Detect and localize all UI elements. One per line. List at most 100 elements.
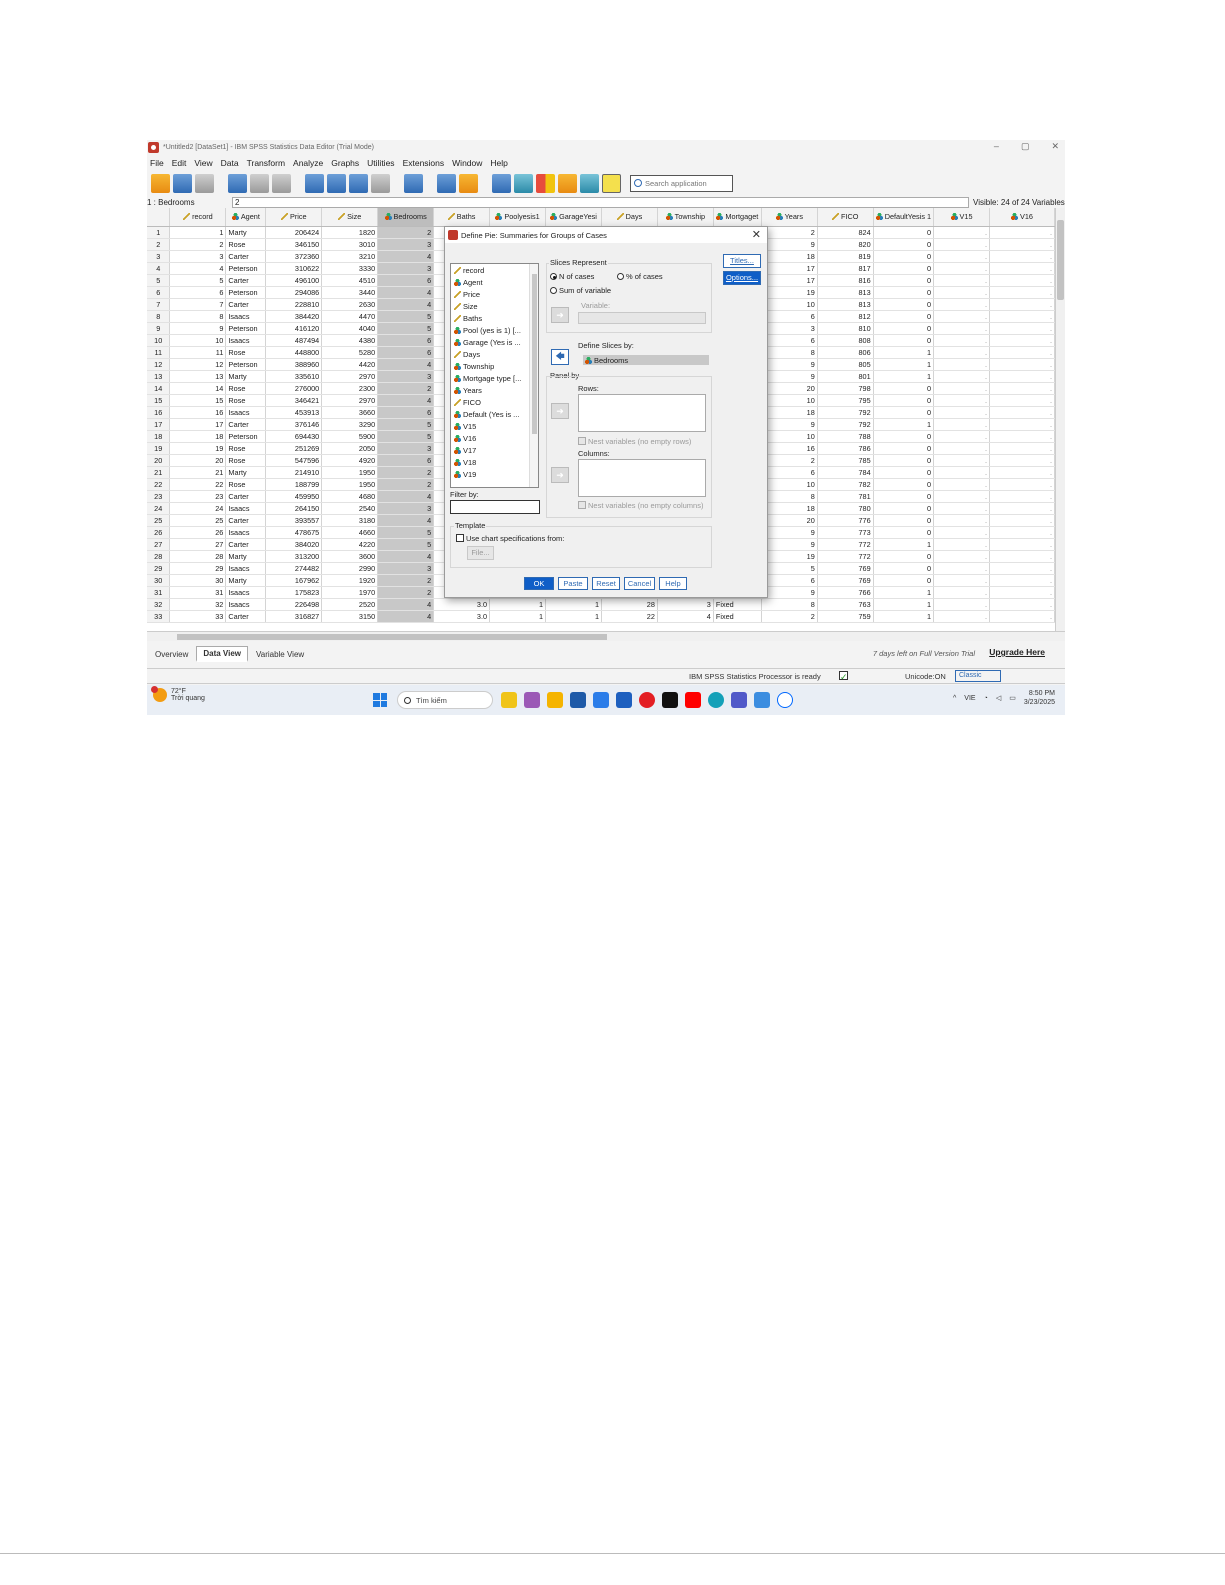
table-cell[interactable]: .: [989, 514, 1055, 527]
table-cell[interactable]: 264150: [265, 502, 323, 515]
table-cell[interactable]: 3210: [321, 250, 379, 263]
table-cell[interactable]: 798: [817, 382, 874, 395]
spss-taskbar-icon[interactable]: [754, 692, 770, 708]
table-cell[interactable]: .: [933, 466, 990, 479]
table-cell[interactable]: 346150: [265, 238, 323, 251]
n-of-cases-radio[interactable]: N of cases: [550, 272, 594, 281]
table-cell[interactable]: 372360: [265, 250, 323, 263]
table-cell[interactable]: 18: [761, 502, 818, 515]
menu-help[interactable]: Help: [490, 158, 507, 168]
table-cell[interactable]: 8: [761, 346, 818, 359]
table-cell[interactable]: 2540: [321, 502, 379, 515]
tab-data-view[interactable]: Data View: [196, 646, 248, 662]
table-cell[interactable]: 0: [873, 466, 935, 479]
table-cell[interactable]: 2: [377, 466, 435, 479]
variable-list-item[interactable]: Baths: [451, 312, 538, 324]
table-cell[interactable]: 5: [377, 538, 435, 551]
table-cell[interactable]: 23: [169, 490, 227, 503]
row-number[interactable]: 27: [147, 538, 171, 551]
taskbar-search[interactable]: Tìm kiếm: [397, 691, 493, 709]
table-cell[interactable]: 310622: [265, 262, 323, 275]
table-cell[interactable]: .: [933, 238, 990, 251]
column-header[interactable]: Days: [601, 208, 658, 227]
columns-field[interactable]: [578, 459, 706, 497]
table-cell[interactable]: 8: [761, 490, 818, 503]
row-number[interactable]: 22: [147, 478, 171, 491]
table-cell[interactable]: 5280: [321, 346, 379, 359]
table-cell[interactable]: Peterson: [225, 322, 267, 335]
table-cell[interactable]: Isaacs: [225, 598, 267, 611]
variable-list-item[interactable]: Years: [451, 384, 538, 396]
table-cell[interactable]: .: [933, 274, 990, 287]
table-cell[interactable]: 817: [817, 262, 874, 275]
column-header[interactable]: Agent: [225, 208, 267, 227]
table-cell[interactable]: 1820: [321, 226, 379, 239]
table-cell[interactable]: 2: [761, 454, 818, 467]
table-cell[interactable]: 3: [377, 262, 435, 275]
table-cell[interactable]: 226498: [265, 598, 323, 611]
teams-icon[interactable]: [731, 692, 747, 708]
table-cell[interactable]: 782: [817, 478, 874, 491]
table-cell[interactable]: 10: [761, 478, 818, 491]
filter-by-input[interactable]: [450, 500, 540, 514]
column-header[interactable]: record: [169, 208, 227, 227]
table-cell[interactable]: 6: [377, 454, 435, 467]
row-number[interactable]: 9: [147, 322, 171, 335]
table-cell[interactable]: Marty: [225, 370, 267, 383]
table-cell[interactable]: 5900: [321, 430, 379, 443]
row-number[interactable]: 17: [147, 418, 171, 431]
table-cell[interactable]: 19: [761, 550, 818, 563]
table-cell[interactable]: .: [989, 610, 1055, 623]
column-header[interactable]: Mortgaget: [713, 208, 762, 227]
table-cell[interactable]: 0: [873, 262, 935, 275]
horizontal-scrollbar[interactable]: [147, 631, 1065, 641]
split-file-icon[interactable]: [492, 173, 511, 193]
table-cell[interactable]: 346421: [265, 394, 323, 407]
table-cell[interactable]: 25: [169, 514, 227, 527]
table-cell[interactable]: 393557: [265, 514, 323, 527]
table-cell[interactable]: 16: [169, 406, 227, 419]
table-cell[interactable]: .: [989, 502, 1055, 515]
menu-extensions[interactable]: Extensions: [403, 158, 445, 168]
column-header[interactable]: Size: [321, 208, 379, 227]
table-cell[interactable]: 8: [761, 598, 818, 611]
variable-list-item[interactable]: Price: [451, 288, 538, 300]
table-cell[interactable]: 2: [761, 610, 818, 623]
table-cell[interactable]: 19: [169, 442, 227, 455]
table-cell[interactable]: 6: [377, 346, 435, 359]
table-cell[interactable]: 1: [489, 598, 547, 611]
youtube-icon[interactable]: [685, 692, 701, 708]
table-cell[interactable]: .: [933, 514, 990, 527]
table-cell[interactable]: 448800: [265, 346, 323, 359]
table-cell[interactable]: .: [933, 394, 990, 407]
variable-list-item[interactable]: FICO: [451, 396, 538, 408]
menu-view[interactable]: View: [194, 158, 212, 168]
table-cell[interactable]: 4: [169, 262, 227, 275]
table-cell[interactable]: 10: [761, 298, 818, 311]
table-cell[interactable]: .: [933, 586, 990, 599]
table-cell[interactable]: 251269: [265, 442, 323, 455]
table-cell[interactable]: 0: [873, 562, 935, 575]
table-cell[interactable]: 188799: [265, 478, 323, 491]
table-cell[interactable]: 812: [817, 310, 874, 323]
table-cell[interactable]: 3: [377, 442, 435, 455]
column-header[interactable]: Baths: [433, 208, 491, 227]
table-cell[interactable]: 1: [545, 598, 602, 611]
table-cell[interactable]: 6: [169, 286, 227, 299]
variable-list-item[interactable]: V19: [451, 468, 538, 480]
table-cell[interactable]: Peterson: [225, 430, 267, 443]
table-cell[interactable]: .: [989, 358, 1055, 371]
table-cell[interactable]: 776: [817, 514, 874, 527]
table-cell[interactable]: 772: [817, 550, 874, 563]
variable-list-scrollbar[interactable]: [529, 264, 538, 487]
table-cell[interactable]: 2: [377, 586, 435, 599]
table-cell[interactable]: 3: [377, 238, 435, 251]
table-cell[interactable]: 6: [377, 334, 435, 347]
cancel-button[interactable]: Cancel: [624, 577, 655, 590]
widgets-icon[interactable]: [501, 692, 517, 708]
open-folder-icon[interactable]: [151, 173, 170, 193]
table-cell[interactable]: 175823: [265, 586, 323, 599]
table-cell[interactable]: 5: [377, 418, 435, 431]
input-language[interactable]: VIE: [964, 695, 975, 702]
row-number[interactable]: 11: [147, 346, 171, 359]
